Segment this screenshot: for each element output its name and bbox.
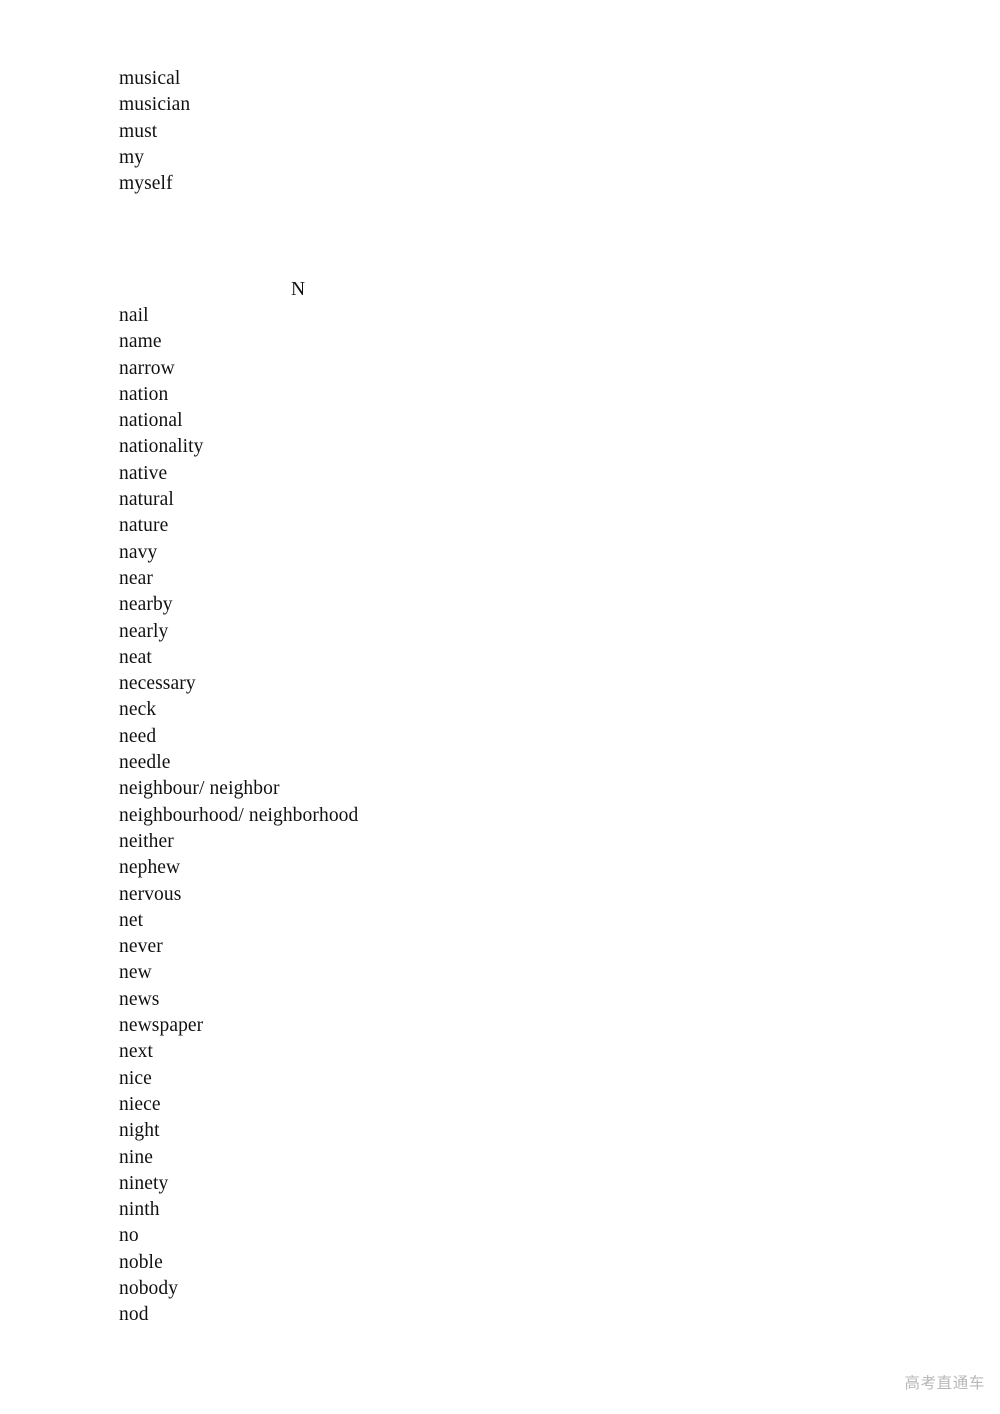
word-entry: nationality xyxy=(119,436,204,458)
word-entry: neat xyxy=(119,646,152,668)
word-entry: narrow xyxy=(119,357,175,379)
word-entry: needle xyxy=(119,752,171,774)
word-entry: neither xyxy=(119,830,174,852)
word-entry: navy xyxy=(119,541,158,563)
document-page: musical musician must my myself N nail name na… xyxy=(0,0,1000,1414)
word-entry: niece xyxy=(119,1093,161,1115)
word-entry: nail xyxy=(119,305,149,326)
word-entry: nine xyxy=(119,1146,153,1168)
word-entry: new xyxy=(119,962,152,984)
word-entry: my xyxy=(119,146,145,168)
watermark-label: 高考直通车 xyxy=(904,1374,985,1392)
word-entry: nice xyxy=(119,1067,152,1089)
word-list-n: nail name narrow nation national nationality n… xyxy=(119,303,358,1329)
word-entry: near xyxy=(119,567,153,589)
word-entry: newspaper xyxy=(119,1015,204,1037)
word-entry: never xyxy=(119,936,163,958)
word-entry: necessary xyxy=(119,673,196,695)
word-entry: neighbourhood/ neighborhood xyxy=(119,804,359,826)
word-entry: nod xyxy=(119,1304,149,1326)
word-entry: natural xyxy=(119,489,174,511)
word-entry: neighbour/ neighbor xyxy=(119,778,280,800)
word-entry: next xyxy=(119,1041,153,1063)
word-entry: nearly xyxy=(119,620,169,642)
word-entry: net xyxy=(119,909,144,931)
word-list-m-tail: musical musician must my myself xyxy=(119,66,190,197)
word-entry: news xyxy=(119,988,160,1010)
word-entry: nobody xyxy=(119,1277,179,1299)
word-entry: nature xyxy=(119,515,169,537)
word-entry: myself xyxy=(119,173,173,195)
word-entry: nearby xyxy=(119,594,173,616)
word-entry: musician xyxy=(119,94,191,116)
word-entry: need xyxy=(119,725,157,747)
word-entry: name xyxy=(119,331,162,353)
word-entry: noble xyxy=(119,1251,163,1273)
word-entry: native xyxy=(119,462,168,484)
section-letter-heading: N xyxy=(291,279,306,300)
word-entry: nation xyxy=(119,383,169,405)
word-entry: neck xyxy=(119,699,157,721)
word-entry: nervous xyxy=(119,883,182,905)
word-entry: ninety xyxy=(119,1172,169,1194)
word-entry: ninth xyxy=(119,1199,160,1221)
word-entry: night xyxy=(119,1120,160,1142)
word-entry: musical xyxy=(119,68,181,89)
word-entry: must xyxy=(119,120,158,142)
word-entry: national xyxy=(119,410,183,432)
word-entry: no xyxy=(119,1225,139,1247)
word-entry: nephew xyxy=(119,857,181,879)
